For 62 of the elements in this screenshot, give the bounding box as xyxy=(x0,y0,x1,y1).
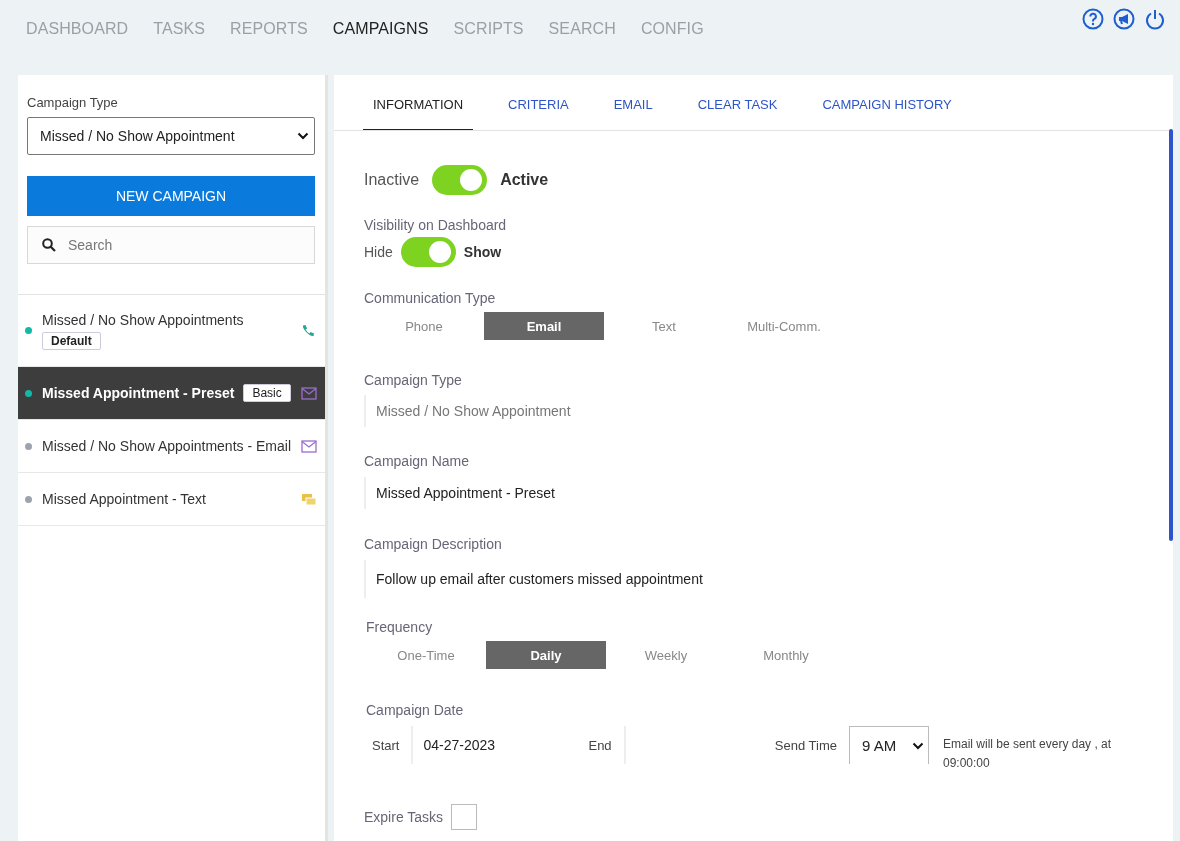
segment-button[interactable]: One-Time xyxy=(366,641,486,669)
campaign-type-dropdown[interactable]: Missed / No Show Appointment xyxy=(27,117,315,155)
tab[interactable]: CLEAR TASK xyxy=(687,75,788,130)
toggle-switch[interactable] xyxy=(432,165,488,195)
send-time-note: Email will be sent every day , at 09:00:00 xyxy=(943,736,1113,772)
field-label: End xyxy=(587,737,613,753)
text-field[interactable]: Missed Appointment - Preset xyxy=(364,477,1143,509)
scrollbar[interactable] xyxy=(1169,129,1173,541)
nav-link[interactable]: CAMPAIGNS xyxy=(332,20,429,40)
search-field[interactable]: Search xyxy=(27,226,315,264)
envelope-icon xyxy=(301,386,317,400)
toggle-label: Hide xyxy=(364,244,393,260)
start-date-field[interactable]: 04-27-2023 xyxy=(411,726,569,764)
segment-button[interactable]: Daily xyxy=(486,641,606,669)
campaign-badge: Default xyxy=(42,331,101,350)
field-label: Campaign Description xyxy=(364,536,503,552)
expire-tasks-checkbox[interactable] xyxy=(451,804,478,830)
new-campaign-button[interactable]: NEW CAMPAIGN xyxy=(27,176,315,216)
search-icon[interactable] xyxy=(42,238,56,252)
field-label: Frequency xyxy=(366,619,434,635)
segment-button[interactable]: Weekly xyxy=(606,641,726,669)
chevron-down-icon[interactable] xyxy=(912,741,924,750)
campaign-name: Missed Appointment - Text xyxy=(42,491,206,507)
text-field[interactable]: Follow up email after customers missed appointment xyxy=(364,560,1143,598)
chevron-down-icon[interactable] xyxy=(297,132,309,140)
tab[interactable]: CAMPAIGN HISTORY xyxy=(812,75,962,130)
campaign-list-item[interactable]: Missed / No Show Appointments - Email xyxy=(18,420,325,473)
field-label: Campaign Date xyxy=(366,702,465,718)
help-icon[interactable] xyxy=(1082,8,1104,30)
field-label: Visibility on Dashboard xyxy=(364,217,508,233)
toggle-label: Active xyxy=(500,171,549,189)
field-label: Campaign Name xyxy=(364,453,471,469)
segment-button[interactable]: Monthly xyxy=(726,641,846,669)
envelope-icon xyxy=(301,439,317,453)
field-label: Expire Tasks xyxy=(364,809,444,825)
field-label: Send Time xyxy=(773,737,838,753)
field-label: Campaign Type xyxy=(27,95,119,110)
tab[interactable]: INFORMATION xyxy=(363,75,474,130)
phone-icon xyxy=(301,323,317,338)
tab[interactable]: EMAIL xyxy=(603,75,663,130)
segment-button[interactable]: Phone xyxy=(364,312,484,340)
segment-button[interactable]: Multi-Comm. xyxy=(724,312,844,340)
toggle-label: Inactive xyxy=(364,171,420,189)
segment-button[interactable]: Text xyxy=(604,312,724,340)
field-label: Start xyxy=(371,737,401,753)
power-icon[interactable] xyxy=(1144,8,1166,30)
field-label: Communication Type xyxy=(364,290,497,306)
toggle-label: Show xyxy=(463,244,502,260)
campaign-badge: Basic xyxy=(243,384,291,402)
segment-button[interactable]: Email xyxy=(484,312,604,340)
campaign-name: Missed / No Show Appointments xyxy=(42,311,244,328)
chat-bubbles-icon xyxy=(301,492,317,506)
field-label: Campaign Type xyxy=(364,372,463,388)
campaign-list-item[interactable]: Missed Appointment - Text xyxy=(18,473,325,526)
toggle-switch[interactable] xyxy=(400,237,456,267)
text-field[interactable]: Missed / No Show Appointment xyxy=(364,395,1143,427)
send-time-dropdown[interactable]: 9 AM xyxy=(849,726,929,764)
campaign-name: Missed Appointment - Preset xyxy=(42,385,235,401)
tab[interactable]: CRITERIA xyxy=(498,75,579,130)
megaphone-icon[interactable] xyxy=(1113,8,1135,30)
campaign-list-item[interactable]: Missed Appointment - Preset Basic xyxy=(18,367,325,420)
campaign-name: Missed / No Show Appointments - Email xyxy=(42,438,291,454)
